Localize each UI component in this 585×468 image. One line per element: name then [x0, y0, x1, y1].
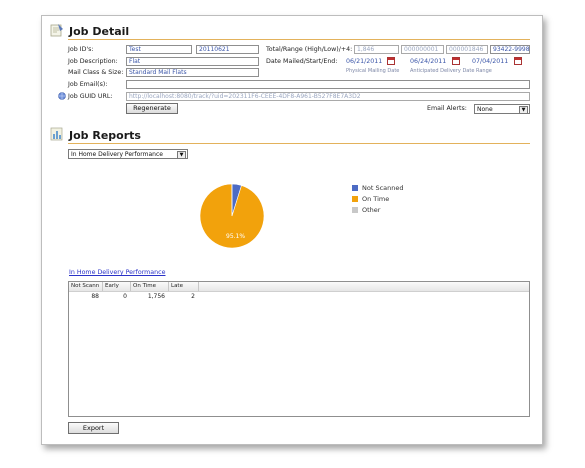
range-low-field[interactable]: 000001846: [446, 45, 488, 54]
mail-class-label: Mail Class & Size:: [68, 69, 124, 76]
chevron-down-icon[interactable]: ▼: [177, 151, 186, 159]
job-reports-title: Job Reports: [69, 129, 141, 142]
table-cell: 0: [123, 293, 127, 300]
total-range-label: Total/Range (High/Low)/+4:: [266, 46, 353, 53]
report-select[interactable]: In Home Delivery Performance ▼: [68, 149, 188, 159]
email-alerts-label: Email Alerts:: [427, 105, 467, 112]
plus4-field[interactable]: 93422-9998: [490, 45, 530, 54]
export-button[interactable]: Export: [68, 422, 119, 434]
calendar-icon[interactable]: [452, 57, 460, 65]
globe-icon: [58, 92, 66, 100]
column-header[interactable]: Early: [103, 282, 131, 291]
column-header[interactable]: Late: [169, 282, 199, 291]
legend-swatch-on-time: [352, 196, 358, 202]
total-field[interactable]: 1,846: [354, 45, 399, 54]
email-alerts-value: None: [477, 106, 493, 113]
legend-swatch-other: [352, 207, 358, 213]
job-ids-label: Job ID's:: [68, 46, 94, 53]
report-select-value: In Home Delivery Performance: [71, 151, 163, 158]
job-guid-url-label: Job GUID URL:: [68, 93, 113, 100]
pie-chart: 95.1%: [199, 183, 265, 249]
start-date[interactable]: 06/24/2011: [410, 58, 446, 65]
job-detail-divider: [68, 39, 530, 40]
range-high-field[interactable]: 000000001: [401, 45, 444, 54]
job-reports-divider: [68, 143, 530, 144]
job-emails-field[interactable]: [126, 80, 530, 89]
regenerate-button[interactable]: Regenerate: [126, 103, 178, 114]
anticipated-delivery-caption: Anticipated Delivery Date Range: [410, 68, 492, 74]
email-alerts-select[interactable]: None ▼: [474, 104, 530, 114]
legend-swatch-not-scanned: [352, 185, 358, 191]
job-description-field[interactable]: Flat: [126, 57, 259, 66]
physical-mailing-caption: Physical Mailing Date: [346, 68, 400, 74]
table-header: Not Scann Early On Time Late: [69, 282, 529, 292]
report-link[interactable]: In Home Delivery Performance: [69, 269, 166, 276]
table-cell: 1,756: [147, 293, 165, 300]
job-detail-icon: [50, 24, 63, 37]
report-chart-icon: [50, 127, 63, 141]
legend-on-time: On Time: [362, 195, 390, 203]
legend-other: Other: [362, 206, 381, 214]
pie-data-label: 95.1%: [226, 233, 245, 240]
table-cell: 88: [91, 293, 99, 300]
end-date[interactable]: 07/04/2011: [472, 58, 508, 65]
column-header[interactable]: On Time: [131, 282, 169, 291]
mail-class-field[interactable]: Standard Mail Flats: [126, 68, 259, 77]
date-mailed-label: Date Mailed/Start/End:: [266, 58, 338, 65]
job-guid-url-field[interactable]: http://localhost:8080/track/?uid=202311F…: [126, 92, 530, 101]
table-cell: 2: [191, 293, 195, 300]
column-header[interactable]: Not Scann: [69, 282, 103, 291]
calendar-icon[interactable]: [514, 57, 522, 65]
legend-not-scanned: Not Scanned: [362, 184, 404, 192]
job-id-1-field[interactable]: Test: [126, 45, 192, 54]
calendar-icon[interactable]: [387, 57, 395, 65]
mailed-date[interactable]: 06/21/2011: [346, 58, 382, 65]
job-description-label: Job Description:: [68, 58, 118, 65]
job-id-2-field[interactable]: 20110621: [196, 45, 259, 54]
report-table[interactable]: Not Scann Early On Time Late 88 0 1,756 …: [68, 281, 530, 417]
job-detail-title: Job Detail: [69, 25, 130, 38]
job-emails-label: Job Email(s):: [68, 81, 108, 88]
chevron-down-icon[interactable]: ▼: [519, 106, 528, 114]
